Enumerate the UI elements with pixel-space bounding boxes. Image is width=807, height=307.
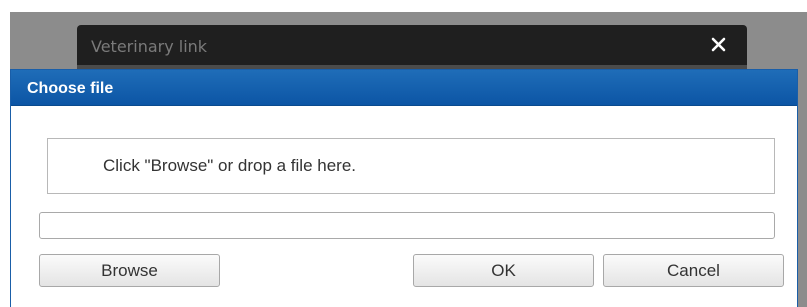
close-icon[interactable]: [709, 34, 729, 54]
browse-button[interactable]: Browse: [39, 254, 220, 287]
dialog-titlebar[interactable]: Choose file: [11, 70, 797, 106]
cancel-button[interactable]: Cancel: [603, 254, 784, 287]
dialog-title: Choose file: [27, 80, 114, 97]
drop-zone-instructions: Click "Browse" or drop a file here.: [103, 156, 356, 175]
background-dialog-title: Veterinary link: [91, 37, 208, 56]
file-drop-zone[interactable]: Click "Browse" or drop a file here.: [47, 138, 775, 194]
close-icon-glyph: [711, 37, 726, 52]
ok-button[interactable]: OK: [413, 254, 594, 287]
choose-file-dialog: Choose file Click "Browse" or drop a fil…: [10, 69, 798, 307]
file-path-field[interactable]: [39, 212, 775, 239]
